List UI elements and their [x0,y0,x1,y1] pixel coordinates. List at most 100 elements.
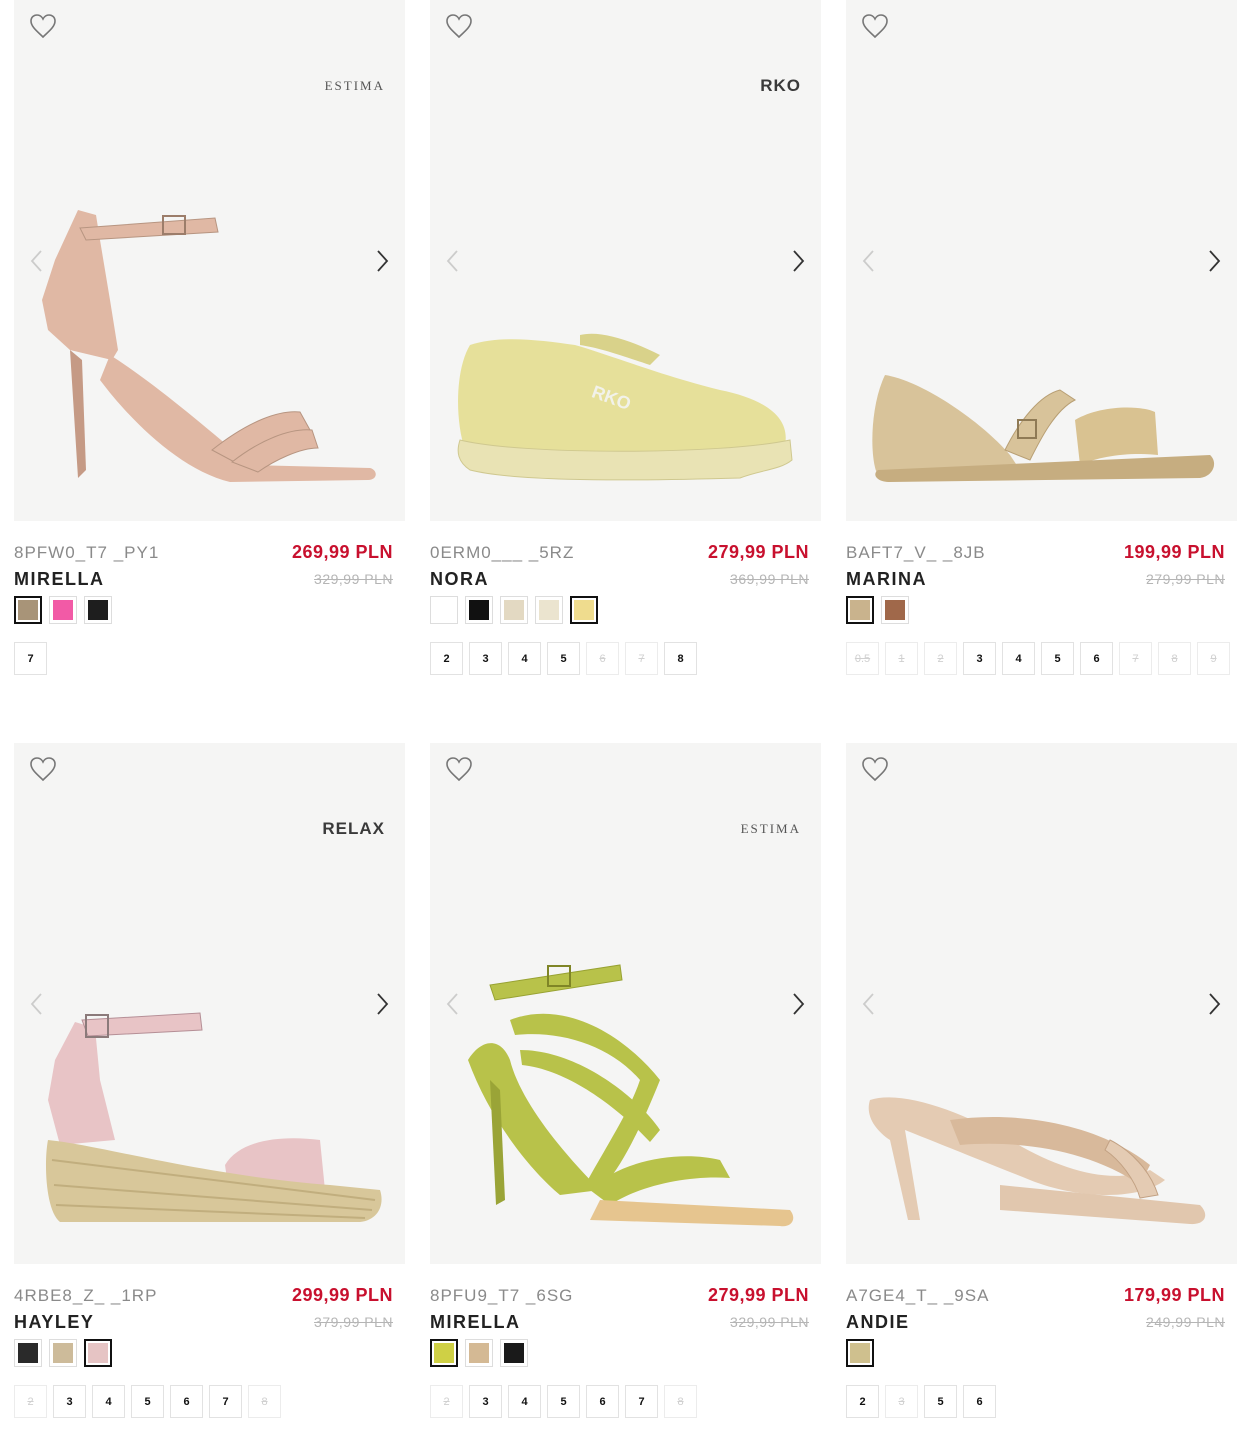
color-swatch[interactable] [570,596,598,624]
product-image[interactable] [846,743,1237,1264]
product-card[interactable]: BAFT7_V_ _8JB MARINA 199,99 PLN 279,99 P… [846,0,1237,675]
product-name[interactable]: HAYLEY [14,1312,94,1333]
heart-icon[interactable] [28,12,58,40]
size-option[interactable]: 5 [547,642,580,675]
product-card[interactable]: ESTIMA 8PFW0_T7 _PY1 MIRELLA 269,99 PLN … [14,0,405,675]
heart-icon[interactable] [444,12,474,40]
product-image[interactable]: RKO RKO [430,0,821,521]
product-image[interactable]: RELAX [14,743,405,1264]
product-card[interactable]: A7GE4_T_ _9SA ANDIE 179,99 PLN 249,99 PL… [846,743,1237,1418]
product-image[interactable]: ESTIMA [430,743,821,1264]
color-swatch[interactable] [846,596,874,624]
size-option[interactable]: 8 [1158,642,1191,675]
size-option[interactable]: 2 [430,1385,463,1418]
size-option[interactable]: 5 [131,1385,164,1418]
size-option[interactable]: 5 [924,1385,957,1418]
color-swatch[interactable] [49,596,77,624]
size-option[interactable]: 2 [14,1385,47,1418]
color-swatch[interactable] [881,596,909,624]
size-option[interactable]: 7 [14,642,47,675]
size-option[interactable]: 7 [625,642,658,675]
size-option[interactable]: 7 [625,1385,658,1418]
size-option[interactable]: 6 [586,1385,619,1418]
product-card[interactable]: RKO RKO 0ERM0___ _5RZ NORA 279,99 PLN 36… [430,0,821,675]
product-price: 179,99 PLN [1123,1285,1225,1305]
size-option[interactable]: 6 [170,1385,203,1418]
size-option[interactable]: 8 [664,1385,697,1418]
product-card[interactable]: ESTIMA 8PFU9_T7 _6SG MIRELLA 279,99 PLN … [430,743,821,1418]
color-swatch[interactable] [430,596,458,624]
color-swatch[interactable] [465,1339,493,1367]
color-swatch[interactable] [84,596,112,624]
size-option[interactable]: 3 [469,642,502,675]
color-swatch[interactable] [430,1339,458,1367]
color-swatch[interactable] [49,1339,77,1367]
product-name[interactable]: NORA [430,569,489,590]
product-price: 269,99 PLN [291,542,393,562]
product-meta: BAFT7_V_ _8JB MARINA 199,99 PLN 279,99 P… [846,521,1237,591]
heart-icon[interactable] [28,755,58,783]
size-option[interactable]: 3 [469,1385,502,1418]
color-swatch[interactable] [84,1339,112,1367]
size-option[interactable]: 7 [1119,642,1152,675]
color-swatch[interactable] [14,1339,42,1367]
color-swatch[interactable] [535,596,563,624]
product-name[interactable]: MIRELLA [14,569,105,590]
size-option[interactable]: 8 [248,1385,281,1418]
size-option[interactable]: 4 [1002,642,1035,675]
size-option[interactable]: 5 [1041,642,1074,675]
product-name[interactable]: MIRELLA [430,1312,521,1333]
color-swatch[interactable] [465,596,493,624]
size-option[interactable]: 6 [963,1385,996,1418]
product-old-price: 379,99 PLN [314,1314,393,1330]
brand-logo: ESTIMA [740,821,801,836]
chevron-right-icon[interactable] [787,989,809,1019]
chevron-left-icon[interactable] [26,989,48,1019]
size-option[interactable]: 2 [430,642,463,675]
brand-logo: ESTIMA [324,78,385,93]
size-option[interactable]: 8 [664,642,697,675]
chevron-left-icon[interactable] [26,246,48,276]
chevron-left-icon[interactable] [858,246,880,276]
size-options: 7 [14,642,405,675]
size-option[interactable]: 7 [209,1385,242,1418]
size-option[interactable]: 2 [924,642,957,675]
product-card[interactable]: RELAX 4RBE8_Z_ _1RP HAYLEY 299,99 PLN 37… [14,743,405,1418]
size-option[interactable]: 2 [846,1385,879,1418]
size-option[interactable]: 0.5 [846,642,879,675]
color-swatch[interactable] [14,596,42,624]
chevron-left-icon[interactable] [858,989,880,1019]
product-meta: 8PFU9_T7 _6SG MIRELLA 279,99 PLN 329,99 … [430,1264,821,1334]
size-option[interactable]: 9 [1197,642,1230,675]
size-option[interactable]: 4 [92,1385,125,1418]
size-option[interactable]: 6 [586,642,619,675]
size-option[interactable]: 4 [508,642,541,675]
product-name[interactable]: ANDIE [846,1312,910,1333]
color-swatch[interactable] [500,1339,528,1367]
size-option[interactable]: 3 [885,1385,918,1418]
heart-icon[interactable] [444,755,474,783]
size-option[interactable]: 6 [1080,642,1113,675]
heart-icon[interactable] [860,755,890,783]
size-option[interactable]: 1 [885,642,918,675]
size-option[interactable]: 3 [53,1385,86,1418]
size-option[interactable]: 5 [547,1385,580,1418]
chevron-right-icon[interactable] [787,246,809,276]
chevron-right-icon[interactable] [1203,989,1225,1019]
size-option[interactable]: 4 [508,1385,541,1418]
product-image[interactable]: ESTIMA [14,0,405,521]
chevron-right-icon[interactable] [371,246,393,276]
product-old-price: 279,99 PLN [1146,571,1225,587]
product-name[interactable]: MARINA [846,569,927,590]
color-swatch[interactable] [846,1339,874,1367]
chevron-right-icon[interactable] [371,989,393,1019]
chevron-right-icon[interactable] [1203,246,1225,276]
color-swatch[interactable] [500,596,528,624]
heart-icon[interactable] [860,12,890,40]
size-option[interactable]: 3 [963,642,996,675]
mule-sandal-icon [868,1097,1206,1225]
chevron-left-icon[interactable] [442,989,464,1019]
product-image[interactable] [846,0,1237,521]
chevron-left-icon[interactable] [442,246,464,276]
product-price: 299,99 PLN [291,1285,393,1305]
